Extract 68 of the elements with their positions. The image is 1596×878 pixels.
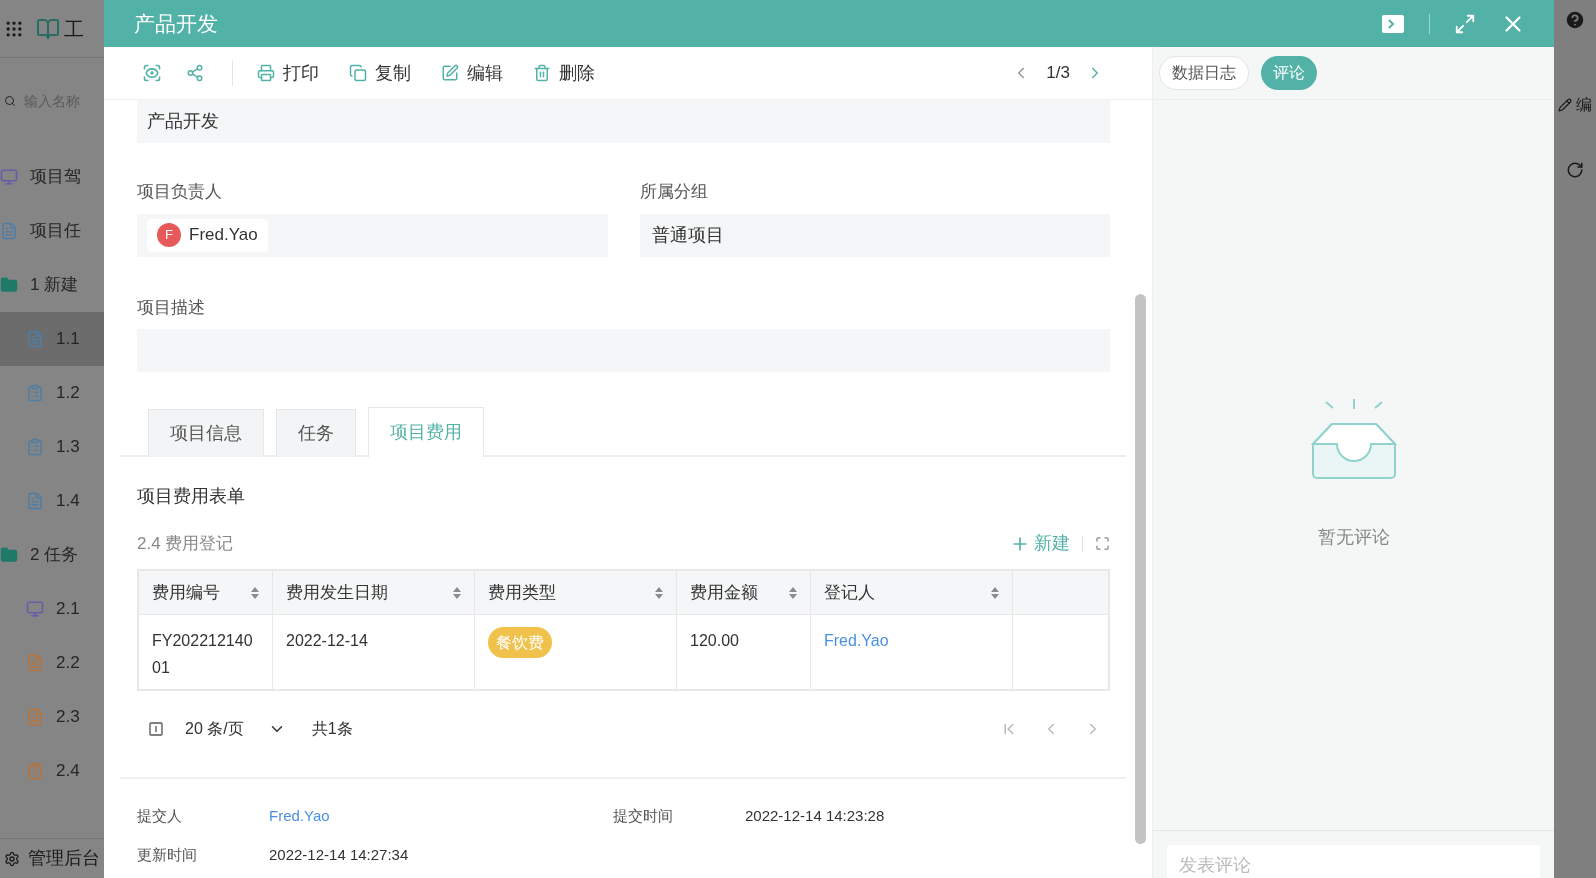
sort-icon[interactable]	[453, 586, 461, 599]
table-cell: FY20221214001	[152, 632, 253, 676]
column-header: 费用类型	[488, 581, 556, 604]
share-icon[interactable]	[186, 64, 204, 82]
column-header: 费用编号	[152, 581, 220, 604]
admin-link[interactable]: 管理后台	[28, 845, 100, 872]
edit-icon	[441, 64, 459, 82]
section-title: 项目费用表单	[137, 485, 246, 508]
page-size-icon	[149, 722, 163, 736]
comment-input[interactable]: 发表评论	[1167, 845, 1540, 878]
meta-value: 2022-12-14 14:23:28	[745, 806, 886, 826]
total-count: 共1条	[311, 719, 353, 739]
user-avatar: F	[157, 223, 181, 247]
fullscreen-icon[interactable]	[1095, 536, 1110, 551]
user-link[interactable]: Fred.Yao	[269, 805, 613, 828]
sort-icon[interactable]	[251, 586, 259, 599]
expand-icon[interactable]	[1454, 12, 1476, 35]
search-icon	[4, 93, 16, 109]
modal-title: 产品开发	[134, 10, 218, 37]
preview-icon[interactable]	[142, 63, 162, 83]
field-label: 项目负责人	[137, 181, 223, 203]
edit-label[interactable]: 编	[1576, 93, 1592, 117]
user-name: Fred.Yao	[189, 224, 258, 247]
meta-value: 2022-12-14 14:27:34	[269, 844, 410, 865]
sort-icon[interactable]	[991, 586, 999, 599]
record-pager: 1/3	[1046, 62, 1070, 85]
add-button[interactable]: 新建	[1010, 530, 1070, 557]
sort-icon[interactable]	[789, 586, 797, 599]
toolbar-button[interactable]: 复制	[349, 59, 411, 87]
printer-icon	[257, 64, 275, 82]
scrollbar[interactable]	[1135, 294, 1146, 844]
meta-label: 更新时间	[137, 844, 198, 865]
column-header: 登记人	[824, 581, 875, 604]
app-name: 工	[64, 16, 84, 42]
empty-message: 暂无评论	[1317, 526, 1390, 549]
toolbar-button[interactable]: 打印	[257, 59, 319, 87]
field-label: 项目描述	[137, 296, 206, 319]
settings-icon[interactable]	[4, 850, 20, 867]
toolbar-button[interactable]: 删除	[533, 59, 595, 87]
tab[interactable]: 项目费用	[368, 407, 484, 457]
meta-label: 提交时间	[613, 806, 674, 826]
logo-icon	[36, 16, 60, 41]
tab[interactable]: 任务	[276, 409, 356, 457]
meta-label: 提交人	[137, 806, 183, 826]
page-size-select[interactable]: 20 条/页	[185, 717, 286, 741]
side-panel-toggle-icon[interactable]	[1381, 13, 1405, 34]
panel-tab[interactable]: 评论	[1261, 56, 1317, 90]
panel-tab[interactable]: 数据日志	[1159, 56, 1249, 90]
expense-type-tag: 餐饮费	[488, 627, 552, 658]
group-field[interactable]: 普通项目	[639, 213, 1110, 257]
refresh-icon[interactable]	[1566, 161, 1584, 179]
name-field[interactable]: 产品开发	[137, 100, 1110, 143]
field-label: 所属分组	[639, 181, 709, 203]
user-link[interactable]: Fred.Yao	[824, 632, 889, 649]
toolbar-button[interactable]: 编辑	[441, 59, 503, 87]
column-header: 费用金额	[690, 581, 758, 604]
tab[interactable]: 项目信息	[148, 409, 264, 457]
edit-icon[interactable]	[1558, 98, 1572, 112]
subtable-title: 2.4 费用登记	[137, 532, 234, 555]
sort-icon[interactable]	[655, 586, 663, 599]
column-header: 费用发生日期	[286, 581, 388, 604]
table-cell: 120.00	[690, 632, 739, 649]
copy-icon	[349, 64, 367, 82]
nav-item[interactable]: 1.1	[0, 312, 104, 366]
trash-icon	[533, 64, 551, 82]
owner-field[interactable]: F Fred.Yao	[137, 213, 608, 257]
table-cell: 2022-12-14	[286, 632, 368, 649]
help-icon[interactable]	[1564, 9, 1586, 31]
